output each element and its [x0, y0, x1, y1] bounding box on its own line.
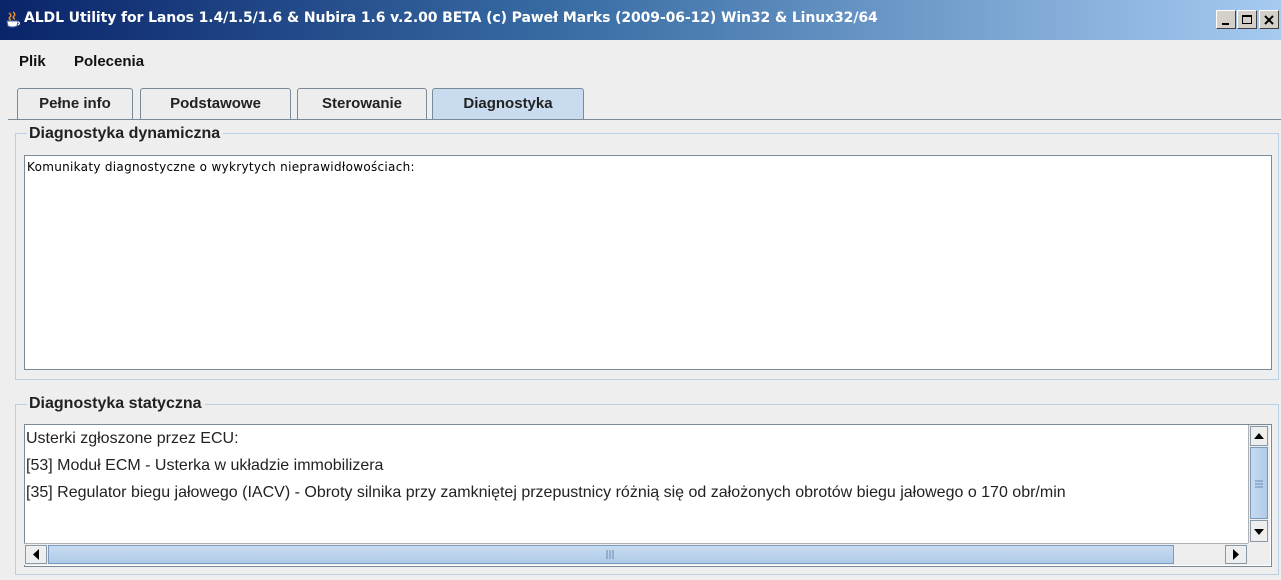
scroll-up-button[interactable] — [1250, 426, 1268, 446]
tab-pelne-info[interactable]: Pełne info — [17, 88, 133, 119]
static-diagnostics-line: [53] Moduł ECM - Usterka w układzie immo… — [26, 457, 384, 474]
dynamic-diagnostics-textarea[interactable]: Komunikaty diagnostyczne o wykrytych nie… — [24, 155, 1272, 370]
close-button[interactable] — [1259, 10, 1279, 29]
arrow-up-icon — [1254, 433, 1264, 439]
vertical-scroll-thumb[interactable] — [1250, 447, 1268, 519]
static-diagnostics-line: Usterki zgłoszone przez ECU: — [26, 430, 239, 447]
grip-icon — [1255, 480, 1263, 488]
scroll-left-button[interactable] — [25, 545, 47, 564]
horizontal-scroll-thumb[interactable] — [48, 545, 1174, 564]
menu-polecenia[interactable]: Polecenia — [74, 53, 144, 70]
tab-divider — [8, 119, 1281, 120]
scrollbar-corner — [1248, 543, 1270, 565]
scroll-right-button[interactable] — [1225, 545, 1247, 564]
arrow-left-icon — [33, 549, 39, 560]
arrow-right-icon — [1233, 549, 1239, 560]
dynamic-diagnostics-text: Komunikaty diagnostyczne o wykrytych nie… — [27, 160, 415, 174]
menu-plik[interactable]: Plik — [19, 53, 46, 70]
arrow-down-icon — [1254, 529, 1264, 535]
maximize-button[interactable] — [1237, 10, 1257, 29]
tab-sterowanie[interactable]: Sterowanie — [297, 88, 427, 119]
minimize-button[interactable] — [1216, 10, 1236, 29]
window-title-bar[interactable]: ALDL Utility for Lanos 1.4/1.5/1.6 & Nub… — [0, 0, 1281, 40]
window-title: ALDL Utility for Lanos 1.4/1.5/1.6 & Nub… — [24, 10, 878, 26]
menu-bar — [0, 40, 1281, 82]
java-cup-icon — [5, 11, 21, 29]
maximize-icon — [1242, 15, 1252, 24]
tab-podstawowe[interactable]: Podstawowe — [140, 88, 291, 119]
close-icon — [1264, 15, 1274, 25]
grip-icon — [606, 550, 614, 559]
scroll-down-button[interactable] — [1250, 520, 1268, 542]
static-diagnostics-line: [35] Regulator biegu jałowego (IACV) - O… — [26, 484, 1066, 501]
minimize-icon — [1222, 23, 1229, 25]
tab-diagnostyka[interactable]: Diagnostyka — [432, 88, 584, 120]
static-diagnostics-title: Diagnostyka statyczna — [27, 395, 205, 413]
dynamic-diagnostics-title: Diagnostyka dynamiczna — [27, 125, 224, 143]
